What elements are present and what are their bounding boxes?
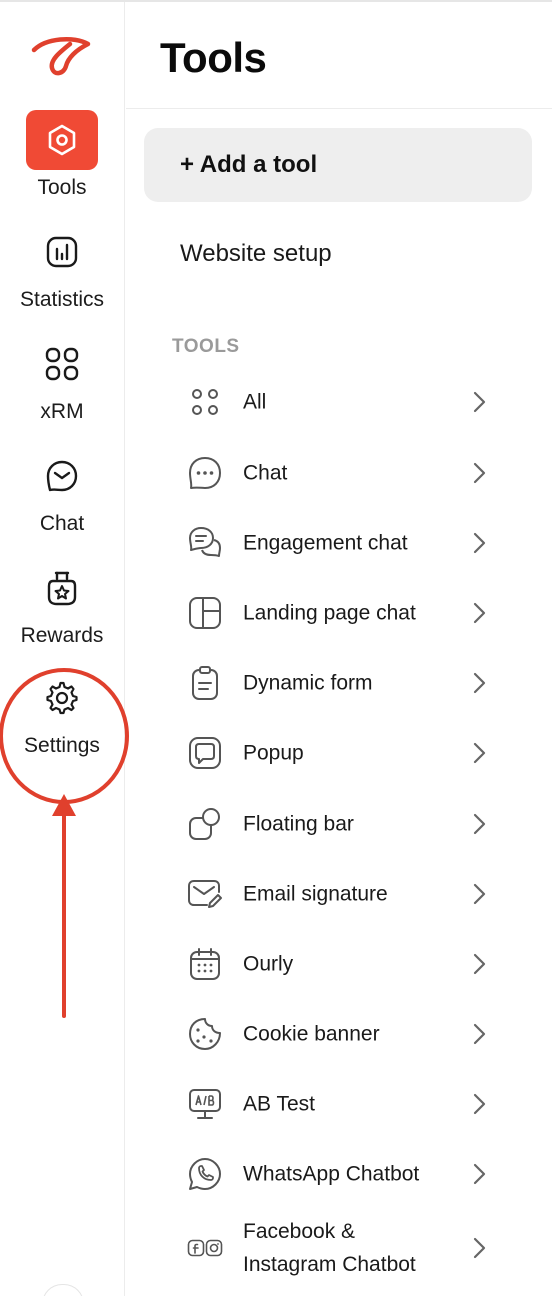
tool-label: Landing page chat [243,601,416,625]
website-setup-link[interactable]: Website setup [180,240,332,268]
gear-icon [26,670,98,726]
divider [126,108,552,109]
tool-item-facebook-instagram-chatbot[interactable]: Facebook & Instagram Chatbot [166,1211,506,1285]
tool-item-dynamic-form[interactable]: Dynamic form [166,653,506,713]
main-panel: Tools + Add a tool Website setup TOOLS A… [126,2,552,1296]
dots-grid-icon [186,383,224,421]
grid-icon [26,334,98,394]
chevron-right-icon [473,953,486,975]
page-title: Tools [160,34,267,81]
sidebar-item-settings[interactable]: Settings [0,670,124,770]
popup-icon [186,734,224,772]
calendar-icon [186,945,224,983]
loop-logo-icon[interactable] [30,32,92,80]
sidebar: Tools Statistics xRM Chat Rewards Settin… [0,2,125,1296]
hexagon-icon [26,110,98,170]
tool-label: Engagement chat [243,531,408,555]
cookie-icon [186,1015,224,1053]
chevron-right-icon [473,672,486,694]
floating-bar-icon [186,805,224,843]
tool-item-chat[interactable]: Chat [166,443,506,503]
ab-test-icon [186,1085,224,1123]
tool-label: Popup [243,741,304,765]
clipboard-icon [186,664,224,702]
chevron-right-icon [473,813,486,835]
add-tool-button[interactable]: + Add a tool [144,128,532,202]
sidebar-item-label: Statistics [19,288,105,311]
sidebar-item-xrm[interactable]: xRM [0,334,124,434]
tool-label: WhatsApp Chatbot [243,1162,420,1186]
collapse-handle[interactable] [42,1284,84,1296]
sidebar-item-chat[interactable]: Chat [0,446,124,546]
email-signature-icon [186,875,224,913]
tool-item-cookie-banner[interactable]: Cookie banner [166,1004,506,1064]
reward-badge-icon [26,558,98,618]
chevron-right-icon [473,1163,486,1185]
chevron-right-icon [473,742,486,764]
tool-item-popup[interactable]: Popup [166,723,506,783]
tool-label: Floating bar [243,812,354,836]
chevron-right-icon [473,462,486,484]
chevron-right-icon [473,1093,486,1115]
tool-label: Ourly [243,952,294,976]
facebook-instagram-icon [186,1229,224,1267]
sidebar-item-label: Rewards [20,624,104,647]
sidebar-item-label: Chat [39,512,85,535]
tool-label: All [243,390,267,414]
bar-chart-icon [26,222,98,282]
tool-label: Facebook & Instagram Chatbot [243,1220,416,1276]
chevron-right-icon [473,1237,486,1259]
tool-item-all[interactable]: All [166,372,506,432]
section-label: TOOLS [172,336,240,357]
tool-label: AB Test [243,1092,315,1116]
tool-item-engagement-chat[interactable]: Engagement chat [166,513,506,573]
chevron-right-icon [473,883,486,905]
chat-bubble-icon [26,446,98,506]
landing-page-icon [186,594,224,632]
tool-item-ourly[interactable]: Ourly [166,934,506,994]
tool-item-whatsapp-chatbot[interactable]: WhatsApp Chatbot [166,1144,506,1204]
chevron-right-icon [473,1023,486,1045]
sidebar-item-rewards[interactable]: Rewards [0,558,124,658]
chat-dots-icon [186,454,224,492]
chevron-right-icon [473,602,486,624]
chevron-right-icon [473,391,486,413]
whatsapp-icon [186,1155,224,1193]
sidebar-item-label: Tools [37,176,87,199]
sidebar-item-label: xRM [40,400,84,423]
sidebar-item-label: Settings [24,734,100,757]
tool-label: Dynamic form [243,671,373,695]
tool-item-floating-bar[interactable]: Floating bar [166,794,506,854]
engagement-chat-icon [186,524,224,562]
tool-label: Chat [243,461,288,485]
sidebar-item-tools[interactable]: Tools [0,110,124,210]
tool-item-ab-test[interactable]: AB Test [166,1074,506,1134]
tool-item-email-signature[interactable]: Email signature [166,864,506,924]
chevron-right-icon [473,532,486,554]
tool-label: Email signature [243,882,388,906]
tool-item-landing-page-chat[interactable]: Landing page chat [166,583,506,643]
tool-label: Cookie banner [243,1022,380,1046]
sidebar-item-statistics[interactable]: Statistics [0,222,124,322]
